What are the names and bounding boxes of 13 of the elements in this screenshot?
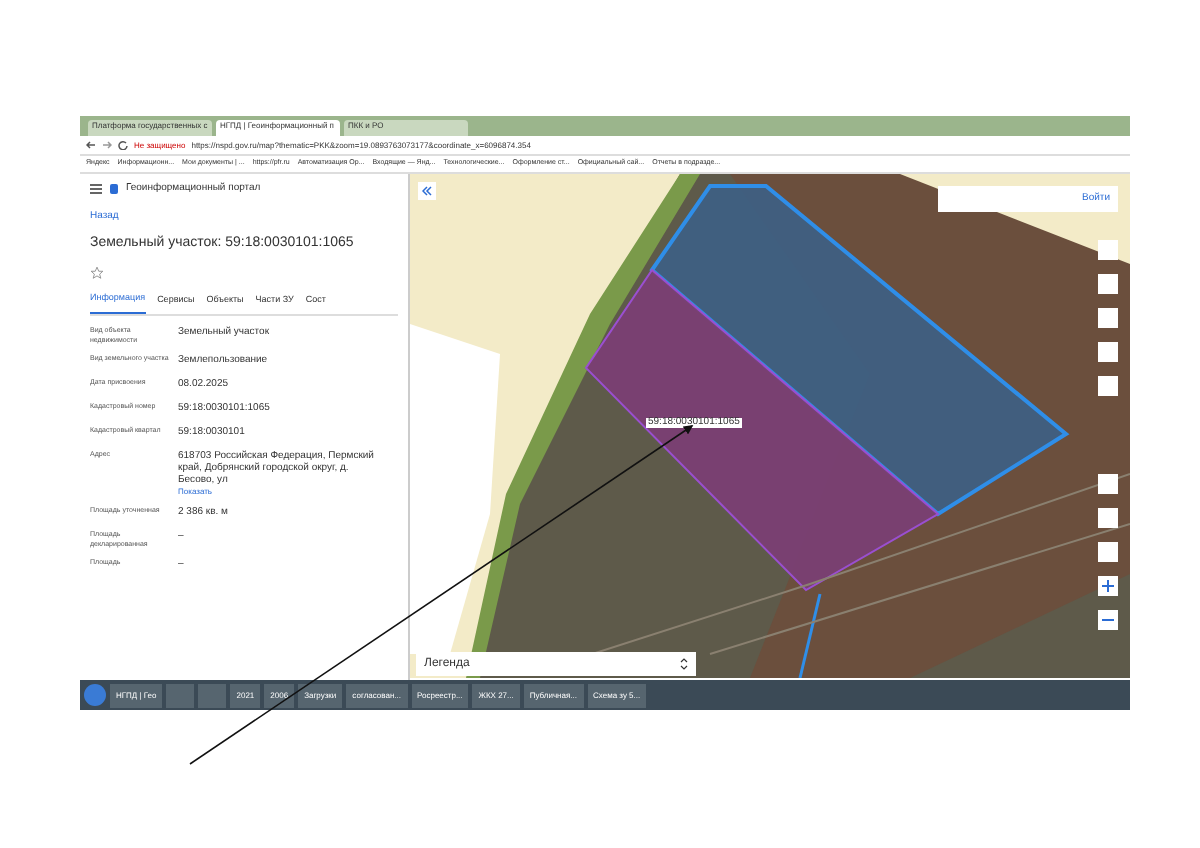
start-button-icon[interactable] [84,684,106,706]
parcel-polygon[interactable] [649,184,1070,517]
favorite-star-icon[interactable] [90,266,104,280]
zoom-in-button[interactable] [1098,576,1118,596]
portal-logo-icon [110,184,118,194]
sort-arrows-icon [680,658,688,670]
forward-arrow-icon[interactable] [102,140,112,150]
collapse-panel-button[interactable] [418,182,436,200]
menu-icon[interactable] [90,184,102,194]
back-arrow-icon[interactable] [86,140,96,150]
boundary-line [798,593,822,678]
zoom-out-button[interactable] [1098,610,1118,630]
reload-icon[interactable] [118,140,128,150]
